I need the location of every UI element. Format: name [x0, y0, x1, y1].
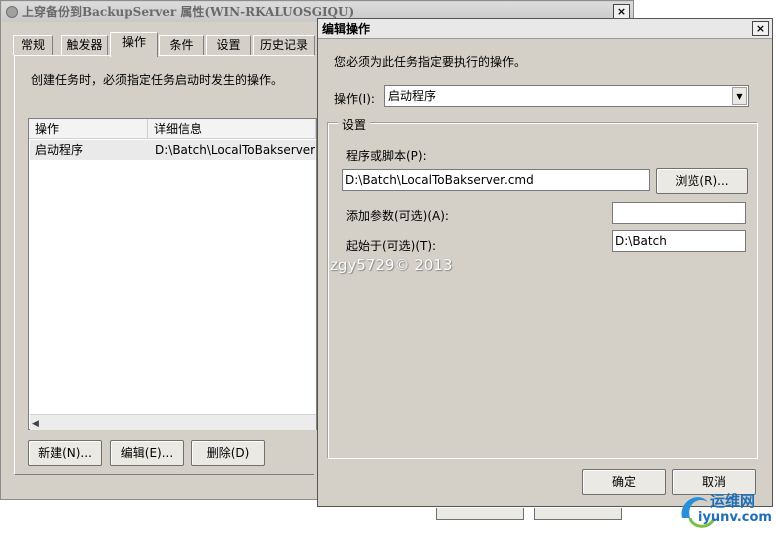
action-select[interactable]: 启动程序 ▼ — [384, 85, 749, 107]
site-logo: 运维网 iyunv.com — [676, 488, 772, 532]
action-select-value: 启动程序 — [388, 89, 437, 103]
row-action: 启动程序 — [35, 143, 84, 157]
close-button[interactable]: × — [613, 4, 630, 19]
ok-button[interactable]: 确定 — [582, 469, 666, 495]
program-input[interactable]: D:\Batch\LocalToBakserver.cmd — [342, 169, 650, 191]
actions-list[interactable]: 操作 详细信息 启动程序 D:\Batch\LocalToBakserver.c… — [28, 118, 317, 430]
tab-actions[interactable]: 操作 — [110, 32, 158, 57]
tab-conditions[interactable]: 条件 — [159, 35, 204, 55]
row-details: D:\Batch\LocalToBakserver.c — [155, 143, 315, 157]
action-label: 操作(I): — [334, 92, 375, 106]
column-header-action[interactable]: 操作 — [29, 119, 148, 139]
watermark: zgy5729© 2013 — [330, 256, 453, 274]
start-in-input[interactable]: D:\Batch — [612, 230, 746, 252]
tab-general[interactable]: 常规 — [13, 35, 53, 55]
logo-text: 运维网 — [710, 492, 756, 510]
clock-icon — [6, 6, 18, 18]
scroll-left-icon[interactable]: ◀ — [32, 419, 39, 429]
delete-button[interactable]: 删除(D) — [191, 440, 265, 466]
tab-triggers[interactable]: 触发器 — [61, 35, 108, 55]
dialog-description: 您必须为此任务指定要执行的操作。 — [334, 55, 527, 69]
start-in-label: 起始于(可选)(T): — [346, 239, 437, 253]
new-button[interactable]: 新建(N)... — [28, 440, 102, 466]
horizontal-scrollbar[interactable]: ◀ — [30, 414, 316, 430]
hidden-cancel-button[interactable] — [534, 508, 622, 520]
tab-history[interactable]: 历史记录 — [253, 35, 315, 55]
hidden-ok-button[interactable] — [436, 508, 524, 520]
browse-button[interactable]: 浏览(R)... — [656, 168, 748, 194]
tab-settings[interactable]: 设置 — [206, 35, 251, 55]
column-header-details[interactable]: 详细信息 — [148, 119, 316, 139]
dropdown-arrow-icon[interactable]: ▼ — [732, 87, 747, 105]
dialog-title: 编辑操作 — [318, 19, 772, 39]
actions-description: 创建任务时，必须指定任务启动时发生的操作。 — [31, 73, 284, 87]
program-label: 程序或脚本(P): — [346, 149, 427, 163]
dialog-close-button[interactable]: × — [752, 21, 769, 36]
arguments-label: 添加参数(可选)(A): — [346, 209, 449, 223]
settings-group-label: 设置 — [338, 116, 371, 133]
edit-button[interactable]: 编辑(E)... — [110, 440, 184, 466]
logo-url: iyunv.com — [698, 510, 772, 525]
arguments-input[interactable] — [612, 202, 746, 224]
